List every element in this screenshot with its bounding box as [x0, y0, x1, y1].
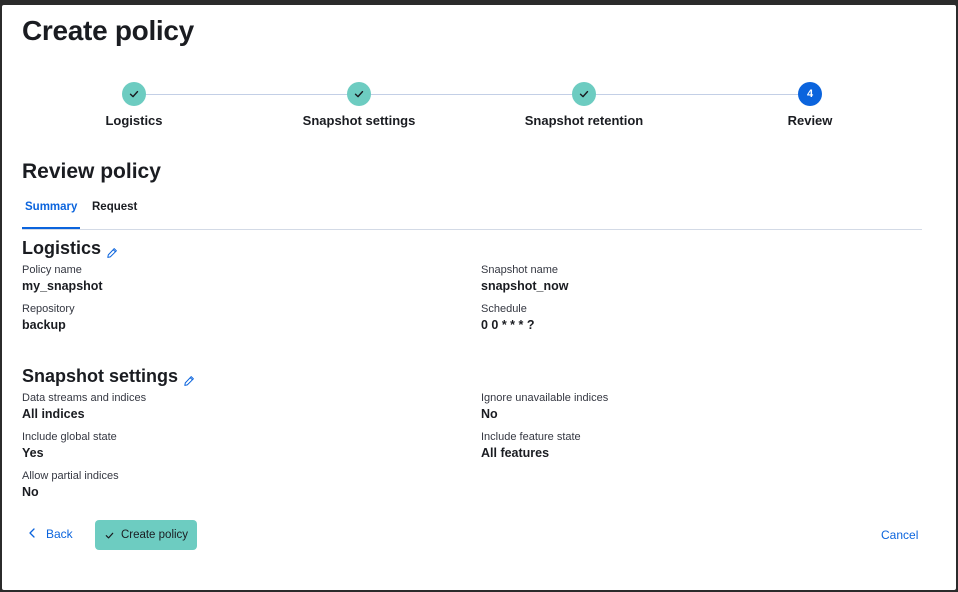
check-icon [579, 90, 589, 98]
back-button[interactable]: Back [28, 527, 73, 541]
create-policy-button[interactable]: Create policy [95, 520, 197, 550]
step-review: 4 Review [710, 82, 910, 128]
step-label: Snapshot settings [302, 113, 416, 128]
logistics-title: Logistics [22, 238, 102, 258]
step-label: Logistics [105, 113, 163, 128]
snapshot-settings-title: Snapshot settings [22, 366, 179, 386]
chevron-left-icon [28, 527, 36, 541]
check-icon [354, 90, 364, 98]
feature-state-value: All features [481, 446, 550, 460]
back-label: Back [46, 527, 73, 541]
check-icon [129, 90, 139, 98]
page-title: Create policy [22, 15, 194, 46]
pencil-icon[interactable] [106, 243, 118, 258]
step-complete-marker [122, 82, 146, 106]
policy-name-label: Policy name [22, 264, 82, 276]
data-streams-label: Data streams and indices [22, 392, 147, 404]
partial-indices-value: No [22, 485, 39, 499]
stepper: Logistics Snapshot settings Snapshot ret… [2, 82, 956, 142]
check-icon [104, 530, 115, 541]
policy-name-value: my_snapshot [22, 279, 103, 293]
cancel-button[interactable]: Cancel [881, 528, 918, 542]
tab-request[interactable]: Request [92, 201, 137, 229]
repository-value: backup [22, 318, 66, 332]
tab-summary[interactable]: Summary [22, 201, 81, 229]
step-label: Snapshot retention [524, 113, 644, 128]
step-number-marker: 4 [798, 82, 822, 106]
step-snapshot-retention[interactable]: Snapshot retention [484, 82, 684, 128]
app-window: Create policy Logistics Snapshot setting… [2, 5, 956, 590]
review-policy-heading: Review policy [22, 160, 161, 183]
step-complete-marker [572, 82, 596, 106]
snapshot-name-label: Snapshot name [481, 264, 559, 276]
global-state-value: Yes [22, 446, 44, 460]
schedule-label: Schedule [481, 303, 527, 315]
review-tabs: Summary Request [22, 198, 922, 230]
global-state-label: Include global state [22, 431, 117, 443]
ignore-unavailable-label: Ignore unavailable indices [481, 392, 609, 404]
repository-label: Repository [22, 303, 75, 315]
step-complete-marker [347, 82, 371, 106]
pencil-icon[interactable] [183, 371, 195, 386]
logistics-heading: Logistics [22, 238, 118, 259]
snapshot-name-value: snapshot_now [481, 279, 569, 293]
data-streams-value: All indices [22, 407, 85, 421]
feature-state-label: Include feature state [481, 431, 581, 443]
ignore-unavailable-value: No [481, 407, 498, 421]
partial-indices-label: Allow partial indices [22, 470, 119, 482]
schedule-value: 0 0 * * * ? [481, 318, 535, 332]
snapshot-settings-heading: Snapshot settings [22, 366, 195, 387]
stepper-connector [134, 94, 810, 95]
step-logistics[interactable]: Logistics [34, 82, 234, 128]
step-snapshot-settings[interactable]: Snapshot settings [259, 82, 459, 128]
step-label: Review [787, 113, 833, 128]
create-policy-label: Create policy [120, 529, 189, 541]
